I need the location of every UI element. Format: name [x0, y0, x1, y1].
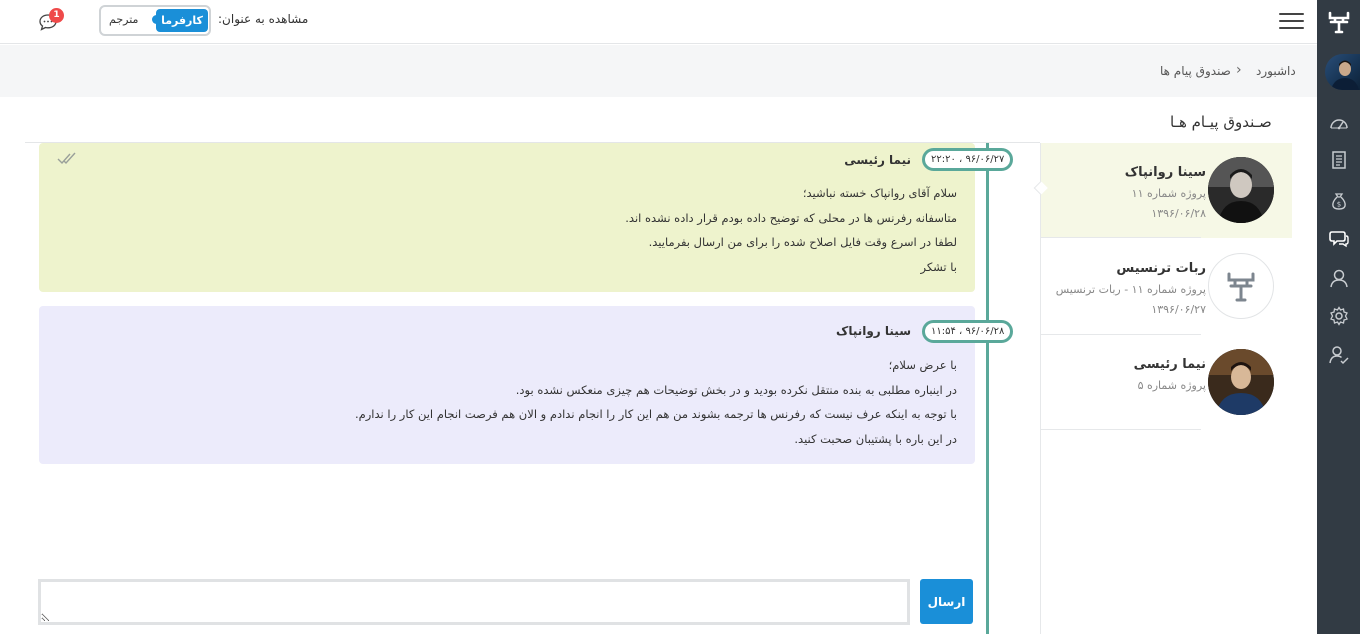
message-line: در این باره با پشتیبان صحبت کنید. [794, 431, 957, 446]
timeline-line [986, 143, 989, 634]
svg-text:$: $ [1337, 201, 1341, 209]
breadcrumb-dashboard-link[interactable]: داشبورد [1256, 64, 1296, 78]
app-window: مشاهده به عنوان: مترجم کارفرما 1 داشبورد… [0, 0, 1360, 634]
app-logo-icon[interactable] [1317, 0, 1360, 44]
conversation-project: پروژه شماره ۵ [1137, 379, 1206, 392]
avatar [1208, 157, 1274, 223]
hamburger-menu-icon[interactable] [1279, 13, 1304, 31]
role-option-employer[interactable]: کارفرما [156, 9, 208, 32]
conversation-name: سینا روانپاک [1124, 165, 1206, 180]
message-bubble-outgoing: سینا روانپاک با عرض سلام؛ در اینباره مطل… [39, 306, 975, 464]
conversation-date: ۱۳۹۶/۰۶/۲۷ [1151, 303, 1206, 316]
breadcrumb-current: صندوق پیام ها [1160, 64, 1231, 78]
role-option-translator[interactable]: مترجم [109, 13, 138, 26]
message-sender: سینا روانپاک [836, 324, 911, 338]
message-sender: نیما رئیسی [844, 153, 911, 167]
sidebar: $ [1317, 0, 1360, 634]
conversation-item[interactable]: نیما رئیسی پروژه شماره ۵ [1041, 335, 1292, 430]
profile-icon[interactable] [1329, 268, 1349, 288]
message-line: متاسفانه رفرنس ها در محلی که توضیح داده … [625, 210, 957, 225]
send-button[interactable]: ارسال [920, 579, 973, 624]
message-body: با عرض سلام؛ در اینباره مطلبی به بنده من… [355, 353, 957, 451]
message-line: با تشکر [920, 259, 957, 274]
breadcrumb-separator: › [1236, 62, 1242, 78]
message-line: با عرض سلام؛ [888, 358, 957, 372]
view-as-label: مشاهده به عنوان: [218, 12, 309, 26]
active-pointer [1033, 180, 1048, 196]
conversation-item[interactable]: سینا روانپاک پروژه شماره ۱۱ ۱۳۹۶/۰۶/۲۸ [1033, 143, 1292, 238]
money-bag-icon[interactable]: $ [1329, 191, 1349, 211]
notification-badge: 1 [49, 8, 64, 23]
messages-icon[interactable] [1329, 228, 1349, 248]
message-bubble-incoming: نیما رئیسی سلام آقای روانپاک خسته نباشید… [39, 143, 975, 292]
conversation-name: ربات ترنسیس [1116, 261, 1206, 276]
user-check-icon[interactable] [1329, 345, 1349, 365]
conversation-project: پروژه شماره ۱۱ [1131, 187, 1206, 200]
role-toggle[interactable]: مترجم کارفرما [99, 5, 211, 36]
avatar [1208, 349, 1274, 415]
conversation-item[interactable]: ربات ترنسیس پروژه شماره ۱۱ - ربات ترنسیس… [1041, 238, 1292, 335]
avatar[interactable] [1325, 54, 1360, 90]
message-body: سلام آقای روانپاک خسته نباشید؛ متاسفانه … [625, 181, 957, 279]
documents-icon[interactable] [1329, 150, 1349, 170]
bot-logo-avatar [1208, 253, 1274, 319]
message-input[interactable] [38, 579, 910, 625]
settings-gear-icon[interactable] [1329, 306, 1349, 326]
page-title: صـندوق پیـام هـا [1170, 113, 1272, 131]
conversation-name: نیما رئیسی [1133, 357, 1206, 372]
conversation-divider [1041, 429, 1201, 430]
breadcrumb: داشبورد › صندوق پیام ها [0, 45, 1317, 97]
conversation-date: ۱۳۹۶/۰۶/۲۸ [1151, 207, 1206, 220]
message-line: لطفا در اسرع وقت فایل اصلاح شده را برای … [648, 235, 957, 249]
message-line: با توجه به اینکه عرف نیست که رفرنس ها تر… [354, 407, 957, 421]
message-timestamp: ۲۲:۲۰ ، ۹۶/۰۶/۲۷ [922, 148, 1014, 171]
message-timestamp: ۱۱:۵۴ ، ۹۶/۰۶/۲۸ [922, 320, 1014, 343]
conversation-list: سینا روانپاک پروژه شماره ۱۱ ۱۳۹۶/۰۶/۲۸ ر… [1033, 143, 1292, 634]
dashboard-gauge-icon[interactable] [1329, 114, 1349, 134]
conversation-project: پروژه شماره ۱۱ - ربات ترنسیس [1055, 283, 1206, 296]
top-bar: مشاهده به عنوان: مترجم کارفرما 1 [0, 0, 1317, 44]
message-line: سلام آقای روانپاک خسته نباشید؛ [802, 186, 957, 200]
read-receipt-icon [57, 152, 76, 165]
message-line: در اینباره مطلبی به بنده منتقل نکرده بود… [515, 382, 957, 397]
